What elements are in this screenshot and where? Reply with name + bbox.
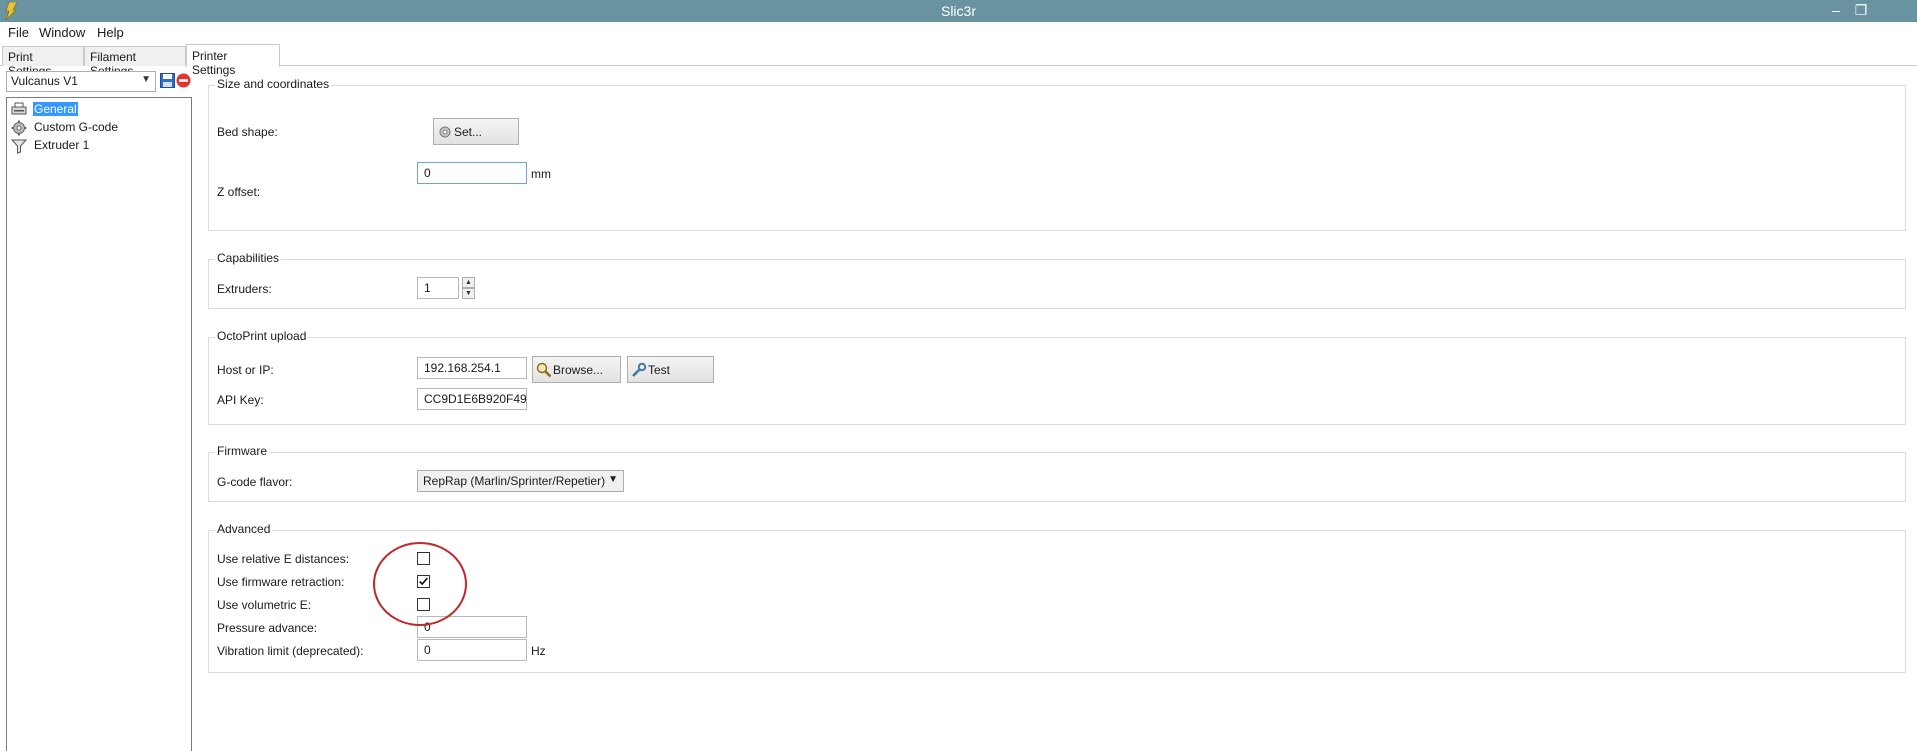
tab-printer-settings[interactable]: Printer Settings (186, 44, 280, 77)
tab-strip: Print Settings Filament Settings Printer… (0, 44, 1917, 78)
tab-print-settings[interactable]: Print Settings (2, 46, 84, 78)
test-button-label: Test (648, 363, 671, 377)
z-offset-unit: mm (531, 167, 551, 181)
gear-icon (439, 126, 451, 138)
menu-file[interactable]: File (8, 25, 29, 40)
extruders-input[interactable]: 1 (417, 277, 459, 299)
firmware-retraction-checkbox[interactable] (417, 575, 430, 588)
magnifier-icon (536, 362, 552, 378)
tree-item-label: General (33, 102, 78, 116)
gcode-flavor-value: RepRap (Marlin/Sprinter/Repetier) (423, 474, 606, 488)
extruders-label: Extruders: (217, 282, 272, 296)
z-offset-input[interactable]: 0 (417, 162, 527, 184)
firmware-retraction-label: Use firmware retraction: (217, 575, 345, 589)
chevron-down-icon: ▼ (608, 474, 618, 485)
group-title: Firmware (215, 444, 269, 458)
window-title: Slic3r (940, 3, 976, 19)
group-title: Size and coordinates (215, 77, 332, 91)
spin-up-button[interactable]: ▲ (462, 277, 475, 288)
gcode-flavor-label: G-code flavor: (217, 475, 293, 489)
preset-select-value: Vulcanus V1 (11, 74, 78, 88)
restore-button[interactable]: ❐ (1848, 0, 1874, 20)
relative-e-label: Use relative E distances: (217, 552, 350, 566)
volumetric-e-checkbox[interactable] (417, 598, 430, 611)
tree-item-label: Extruder 1 (34, 138, 90, 152)
api-key-input[interactable]: CC9D1E6B920F4930 (417, 388, 527, 410)
bed-shape-label: Bed shape: (217, 125, 278, 139)
group-title: OctoPrint upload (215, 329, 309, 343)
save-icon[interactable] (160, 73, 175, 88)
host-label: Host or IP: (217, 363, 274, 377)
vibration-limit-input[interactable]: 0 (417, 639, 527, 661)
browse-button[interactable]: Browse... (532, 356, 621, 383)
chevron-down-icon: ▼ (141, 74, 151, 85)
preset-select[interactable]: Vulcanus V1 ▼ (6, 71, 156, 92)
bed-shape-set-label: Set... (454, 125, 483, 139)
menu-bar: File Window Help (0, 22, 1917, 44)
minimize-button[interactable]: – (1824, 0, 1848, 20)
relative-e-checkbox[interactable] (417, 552, 430, 565)
tree-item-label: Custom G-code (34, 120, 119, 134)
tab-filament-settings[interactable]: Filament Settings (84, 46, 186, 78)
vibration-limit-unit: Hz (531, 644, 546, 658)
funnel-icon (11, 139, 27, 154)
volumetric-e-label: Use volumetric E: (217, 598, 312, 612)
group-size-and-coordinates: Size and coordinates (208, 77, 1906, 231)
browse-button-label: Browse... (553, 363, 604, 377)
settings-tree: General Custom G-code Extruder 1 (6, 97, 192, 751)
group-octoprint-upload: OctoPrint upload (208, 329, 1906, 425)
gcode-flavor-select[interactable]: RepRap (Marlin/Sprinter/Repetier) ▼ (417, 470, 624, 492)
spin-down-button[interactable]: ▼ (462, 288, 475, 299)
pressure-advance-label: Pressure advance: (217, 621, 318, 635)
menu-help[interactable]: Help (97, 25, 124, 40)
api-key-label: API Key: (217, 393, 264, 407)
delete-icon[interactable] (176, 73, 191, 88)
bed-shape-set-button[interactable]: Set... (433, 118, 519, 145)
group-title: Capabilities (215, 251, 282, 265)
wrench-icon (632, 362, 647, 377)
host-input[interactable]: 192.168.254.1 (417, 357, 527, 379)
z-offset-label: Z offset: (217, 185, 261, 199)
menu-window[interactable]: Window (39, 25, 85, 40)
gear-icon (11, 120, 27, 136)
title-bar: Slic3r – ❐ (0, 0, 1917, 22)
test-button[interactable]: Test (627, 356, 714, 383)
group-title: Advanced (215, 522, 273, 536)
vibration-limit-label: Vibration limit (deprecated): (217, 644, 364, 658)
pressure-advance-input[interactable]: 0 (417, 616, 527, 638)
printer-icon (11, 102, 27, 115)
checkmark-icon (419, 577, 428, 586)
